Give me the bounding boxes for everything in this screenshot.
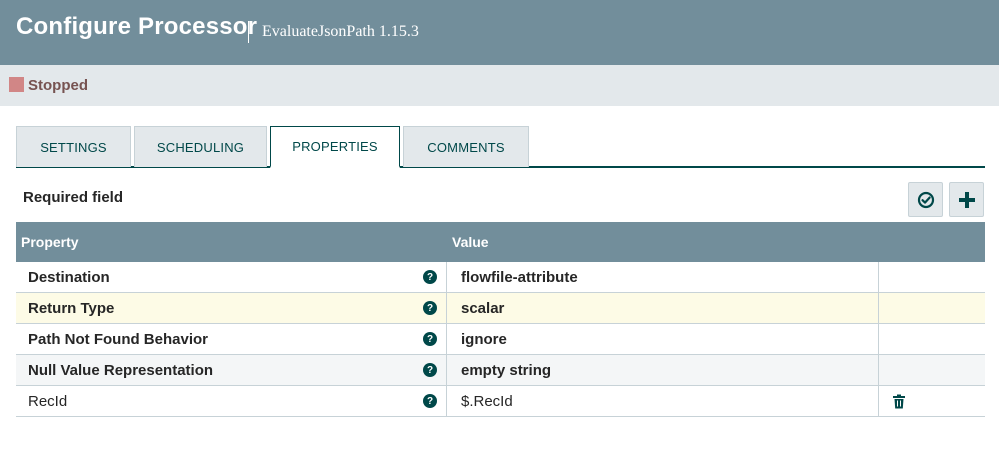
property-name: Destination — [28, 269, 110, 286]
tab-comments[interactable]: COMMENTS — [403, 126, 529, 167]
property-name: RecId — [28, 393, 68, 410]
property-value[interactable]: empty string — [461, 362, 551, 379]
property-value[interactable]: scalar — [461, 300, 504, 317]
column-header-property: Property — [21, 234, 79, 250]
tab-scheduling[interactable]: SCHEDULING — [134, 126, 267, 167]
processor-type: EvaluateJsonPath 1.15.3 — [262, 23, 419, 40]
property-name: Path Not Found Behavior — [28, 331, 208, 348]
table-row[interactable]: Return Type ? scalar — [16, 293, 985, 324]
properties-table: Property Value Destination ? flowfile-at… — [16, 222, 985, 417]
table-row[interactable]: Null Value Representation ? empty string — [16, 355, 985, 386]
tab-properties[interactable]: PROPERTIES — [270, 126, 400, 168]
property-value[interactable]: ignore — [461, 331, 507, 348]
help-icon[interactable]: ? — [423, 270, 437, 284]
required-field-label: Required field — [23, 189, 124, 206]
status-bar: Stopped — [0, 65, 999, 106]
trash-icon[interactable] — [892, 394, 906, 409]
title-divider — [248, 21, 249, 43]
add-property-button[interactable] — [949, 182, 984, 217]
tab-bar: SETTINGS SCHEDULING PROPERTIES COMMENTS — [16, 126, 985, 168]
property-value[interactable]: $.RecId — [461, 393, 513, 410]
property-name: Null Value Representation — [28, 362, 214, 379]
check-circle-icon — [917, 191, 934, 208]
table-row[interactable]: Path Not Found Behavior ? ignore — [16, 324, 985, 355]
table-row[interactable]: Destination ? flowfile-attribute — [16, 262, 985, 293]
help-icon[interactable]: ? — [423, 332, 437, 346]
tab-settings[interactable]: SETTINGS — [16, 126, 131, 167]
table-header: Property Value — [16, 222, 985, 262]
property-name: Return Type — [28, 300, 115, 317]
property-value[interactable]: flowfile-attribute — [461, 269, 578, 286]
verify-properties-button[interactable] — [908, 182, 943, 217]
dialog-header: Configure Processor EvaluateJsonPath 1.1… — [0, 0, 999, 65]
help-icon[interactable]: ? — [423, 394, 437, 408]
help-icon[interactable]: ? — [423, 363, 437, 377]
stopped-icon — [9, 77, 24, 92]
dialog-title: Configure Processor — [16, 13, 258, 40]
help-icon[interactable]: ? — [423, 301, 437, 315]
status-label: Stopped — [28, 77, 88, 94]
column-header-value: Value — [452, 234, 489, 250]
plus-icon — [958, 191, 975, 208]
table-row[interactable]: RecId ? $.RecId — [16, 386, 985, 417]
